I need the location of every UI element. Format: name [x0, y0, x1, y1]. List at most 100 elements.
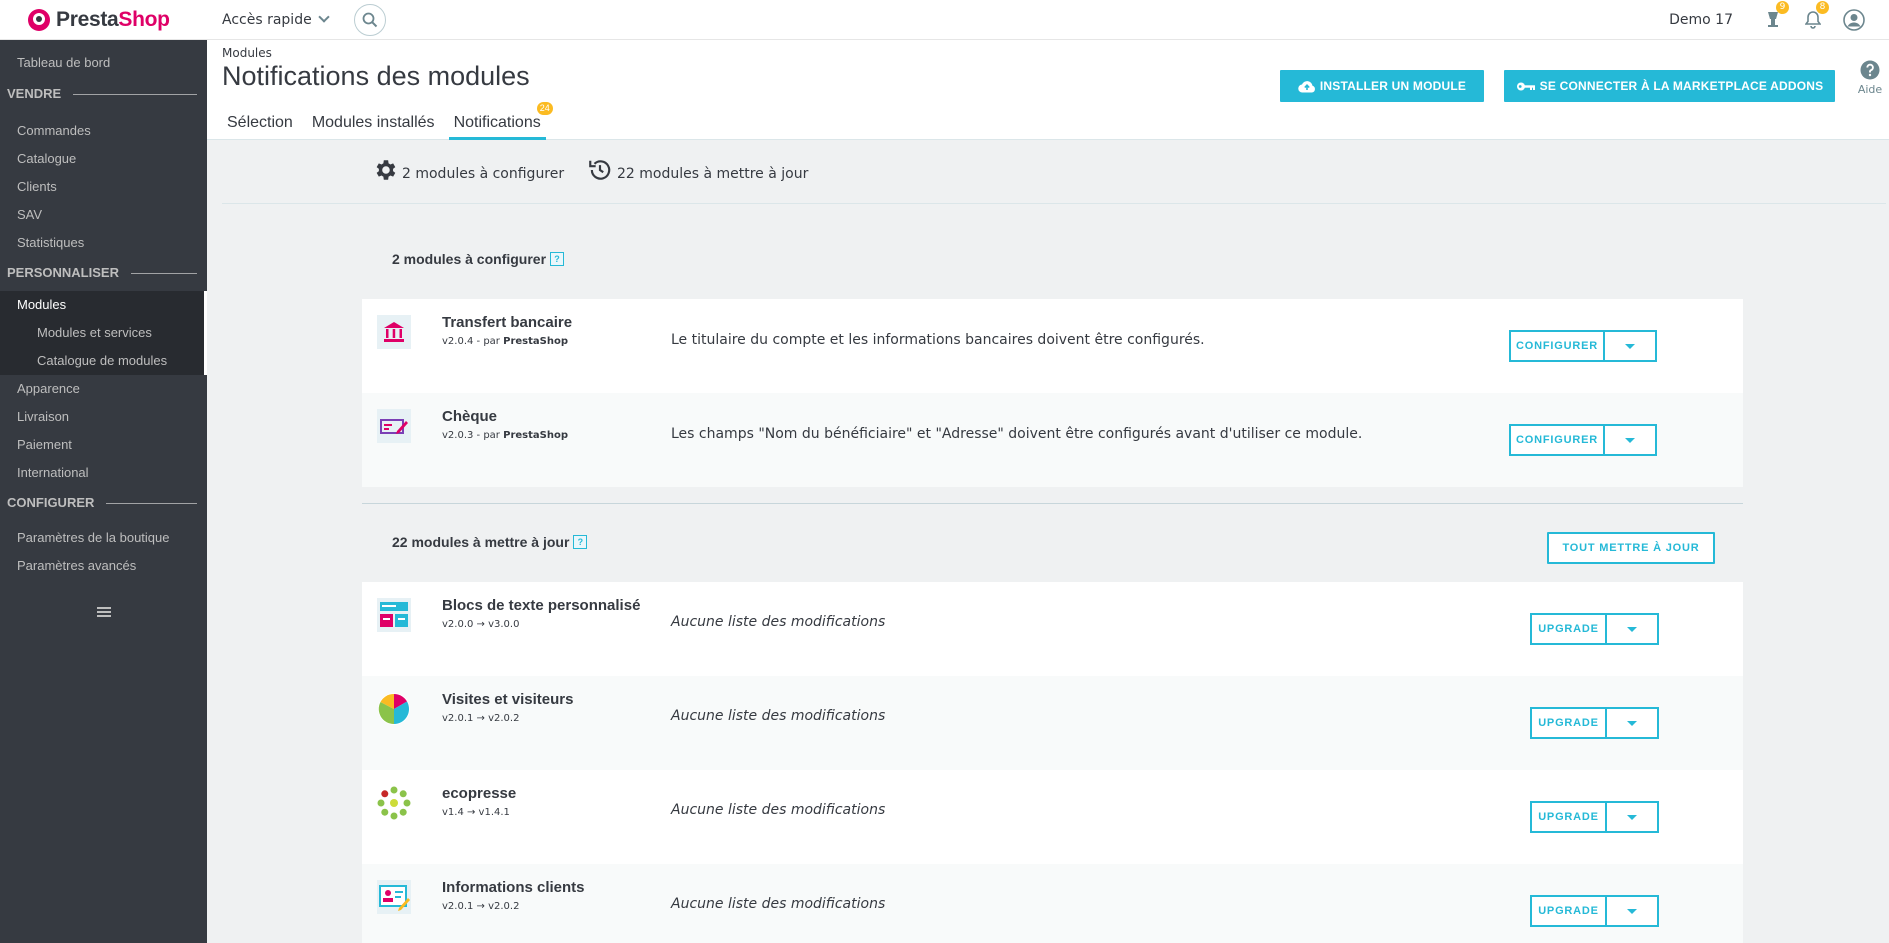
breadcrumb[interactable]: Modules — [222, 46, 272, 60]
user-avatar-icon — [1843, 8, 1865, 31]
sidebar-item-international[interactable]: International — [0, 459, 207, 487]
configure-section-title: 2 modules à configurer ? — [392, 251, 565, 267]
module-changelog: Aucune liste des modifications — [671, 802, 886, 818]
update-modules-list: Blocs de texte personnalisé v2.0.0 → v3.… — [362, 582, 1743, 943]
upgrade-dropdown-toggle[interactable] — [1605, 801, 1659, 833]
caret-down-icon — [1627, 908, 1637, 914]
upgrade-button[interactable]: Upgrade — [1530, 613, 1607, 645]
summary-to-update[interactable]: 22 modules à mettre à jour — [587, 157, 808, 183]
module-name: ecopresse — [442, 785, 517, 802]
notifications-button[interactable]: 8 — [1803, 0, 1829, 30]
history-icon — [589, 160, 611, 180]
update-section-title: 22 modules à mettre à jour ? — [392, 534, 588, 550]
configure-button[interactable]: Configurer — [1509, 424, 1605, 456]
module-version: v2.0.0 → v3.0.0 — [442, 619, 520, 630]
install-module-button[interactable]: Installer un module — [1280, 70, 1484, 102]
sidebar-item-shipping[interactable]: Livraison — [0, 403, 207, 431]
key-icon — [1516, 82, 1535, 90]
upgrade-button[interactable]: Upgrade — [1530, 801, 1607, 833]
sidebar-item-shop-parameters[interactable]: Paramètres de la boutique — [0, 524, 207, 552]
help-question-icon[interactable]: ? — [573, 535, 588, 549]
caret-down-icon — [1625, 437, 1635, 443]
quick-access-label: Accès rapide — [222, 11, 312, 28]
prestashop-logo[interactable]: PrestaShop — [0, 0, 207, 40]
search-button[interactable] — [353, 3, 386, 36]
help-label: Aide — [1857, 83, 1883, 96]
text-blocks-icon — [377, 598, 411, 632]
help-button[interactable]: Aide — [1855, 60, 1885, 96]
configure-modules-list: Transfert bancaire v2.0.4 - par PrestaSh… — [362, 299, 1743, 487]
upgrade-button[interactable]: Upgrade — [1530, 707, 1607, 739]
prestashop-logo-icon — [28, 8, 50, 31]
configure-button-group: Configurer — [1509, 424, 1657, 456]
tab-notifications[interactable]: Notifications 24 — [448, 102, 553, 140]
sidebar-collapse-button[interactable] — [0, 598, 207, 626]
sidebar-modules-group: Modules Modules et services Catalogue de… — [0, 291, 207, 375]
configure-button[interactable]: Configurer — [1509, 330, 1605, 362]
configure-dropdown-toggle[interactable] — [1603, 424, 1657, 456]
configure-dropdown-toggle[interactable] — [1603, 330, 1657, 362]
upgrade-button[interactable]: Upgrade — [1530, 895, 1607, 927]
module-row-visits: Visites et visiteurs v2.0.1 → v2.0.2 Auc… — [362, 676, 1743, 770]
module-tabs: Sélection Modules installés Notification… — [222, 102, 555, 140]
sidebar-item-payment[interactable]: Paiement — [0, 431, 207, 459]
sidebar-item-orders[interactable]: Commandes — [0, 117, 207, 145]
configure-button-group: Configurer — [1509, 330, 1657, 362]
page-header: Modules Notifications des modules Sélect… — [207, 40, 1889, 140]
upgrade-button-group: Upgrade — [1530, 801, 1659, 833]
module-name: Transfert bancaire — [442, 314, 573, 331]
shop-name-link[interactable]: Demo 17 — [1669, 12, 1733, 28]
sidebar-nav: Tableau de bord VENDRE Commandes Catalog… — [0, 40, 207, 943]
upgrade-button-group: Upgrade — [1530, 707, 1659, 739]
search-icon — [362, 12, 377, 27]
connect-marketplace-button[interactable]: Se connecter à la Marketplace Addons — [1504, 70, 1835, 102]
module-name: Blocs de texte personnalisé — [442, 597, 641, 614]
upgrade-dropdown-toggle[interactable] — [1605, 707, 1659, 739]
user-menu-button[interactable] — [1843, 8, 1865, 31]
tab-selection[interactable]: Sélection — [222, 107, 298, 140]
pie-chart-icon — [378, 693, 410, 725]
module-name: Visites et visiteurs — [442, 691, 574, 708]
ecopresse-icon — [377, 786, 411, 820]
module-changelog: Aucune liste des modifications — [671, 614, 886, 630]
module-description: Le titulaire du compte et les informatio… — [671, 332, 1205, 348]
upgrade-dropdown-toggle[interactable] — [1605, 895, 1659, 927]
help-icon — [1860, 60, 1880, 80]
help-question-icon[interactable]: ? — [550, 252, 565, 266]
summary-to-configure[interactable]: 2 modules à configurer — [372, 157, 564, 183]
tab-installed-modules[interactable]: Modules installés — [307, 107, 440, 140]
gear-icon — [376, 160, 396, 180]
sidebar-item-customers[interactable]: Clients — [0, 173, 207, 201]
upgrade-button-group: Upgrade — [1530, 895, 1659, 927]
sidebar-item-modules-services[interactable]: Modules et services — [0, 319, 204, 347]
upgrade-dropdown-toggle[interactable] — [1605, 613, 1659, 645]
sidebar-item-modules[interactable]: Modules — [0, 291, 204, 319]
sidebar-item-dashboard[interactable]: Tableau de bord — [0, 49, 207, 77]
sidebar-item-stats[interactable]: Statistiques — [0, 229, 207, 257]
module-version: v2.0.4 - par PrestaShop — [442, 336, 568, 347]
sidebar-section-configure: CONFIGURER — [0, 487, 207, 519]
module-changelog: Aucune liste des modifications — [671, 896, 886, 912]
module-version: v2.0.3 - par PrestaShop — [442, 430, 568, 441]
module-row-custom-text: Blocs de texte personnalisé v2.0.0 → v3.… — [362, 582, 1743, 676]
sidebar-item-customer-service[interactable]: SAV — [0, 201, 207, 229]
module-row-transfert-bancaire: Transfert bancaire v2.0.4 - par PrestaSh… — [362, 299, 1743, 393]
module-version: v2.0.1 → v2.0.2 — [442, 901, 520, 912]
top-header: PrestaShop Accès rapide Demo 17 9 8 — [0, 0, 1889, 40]
orders-badge: 9 — [1776, 0, 1789, 14]
sidebar-item-catalog[interactable]: Catalogue — [0, 145, 207, 173]
page-title: Notifications des modules — [222, 61, 530, 91]
sidebar-section-sell: VENDRE — [0, 78, 207, 110]
module-row-cheque: Chèque v2.0.3 - par PrestaShop Les champ… — [362, 393, 1743, 487]
sidebar-item-modules-catalog[interactable]: Catalogue de modules — [0, 347, 204, 375]
notifications-count-badge: 24 — [536, 102, 553, 115]
sidebar-item-appearance[interactable]: Apparence — [0, 375, 207, 403]
sidebar-item-advanced-parameters[interactable]: Paramètres avancés — [0, 552, 207, 580]
orders-notification-button[interactable]: 9 — [1763, 0, 1789, 30]
update-all-button[interactable]: Tout mettre à jour — [1547, 532, 1715, 564]
module-version: v2.0.1 → v2.0.2 — [442, 713, 520, 724]
caret-down-icon — [1627, 626, 1637, 632]
chevron-down-icon — [318, 11, 330, 23]
notifications-badge: 8 — [1816, 0, 1829, 14]
quick-access-dropdown[interactable]: Accès rapide — [222, 11, 330, 28]
